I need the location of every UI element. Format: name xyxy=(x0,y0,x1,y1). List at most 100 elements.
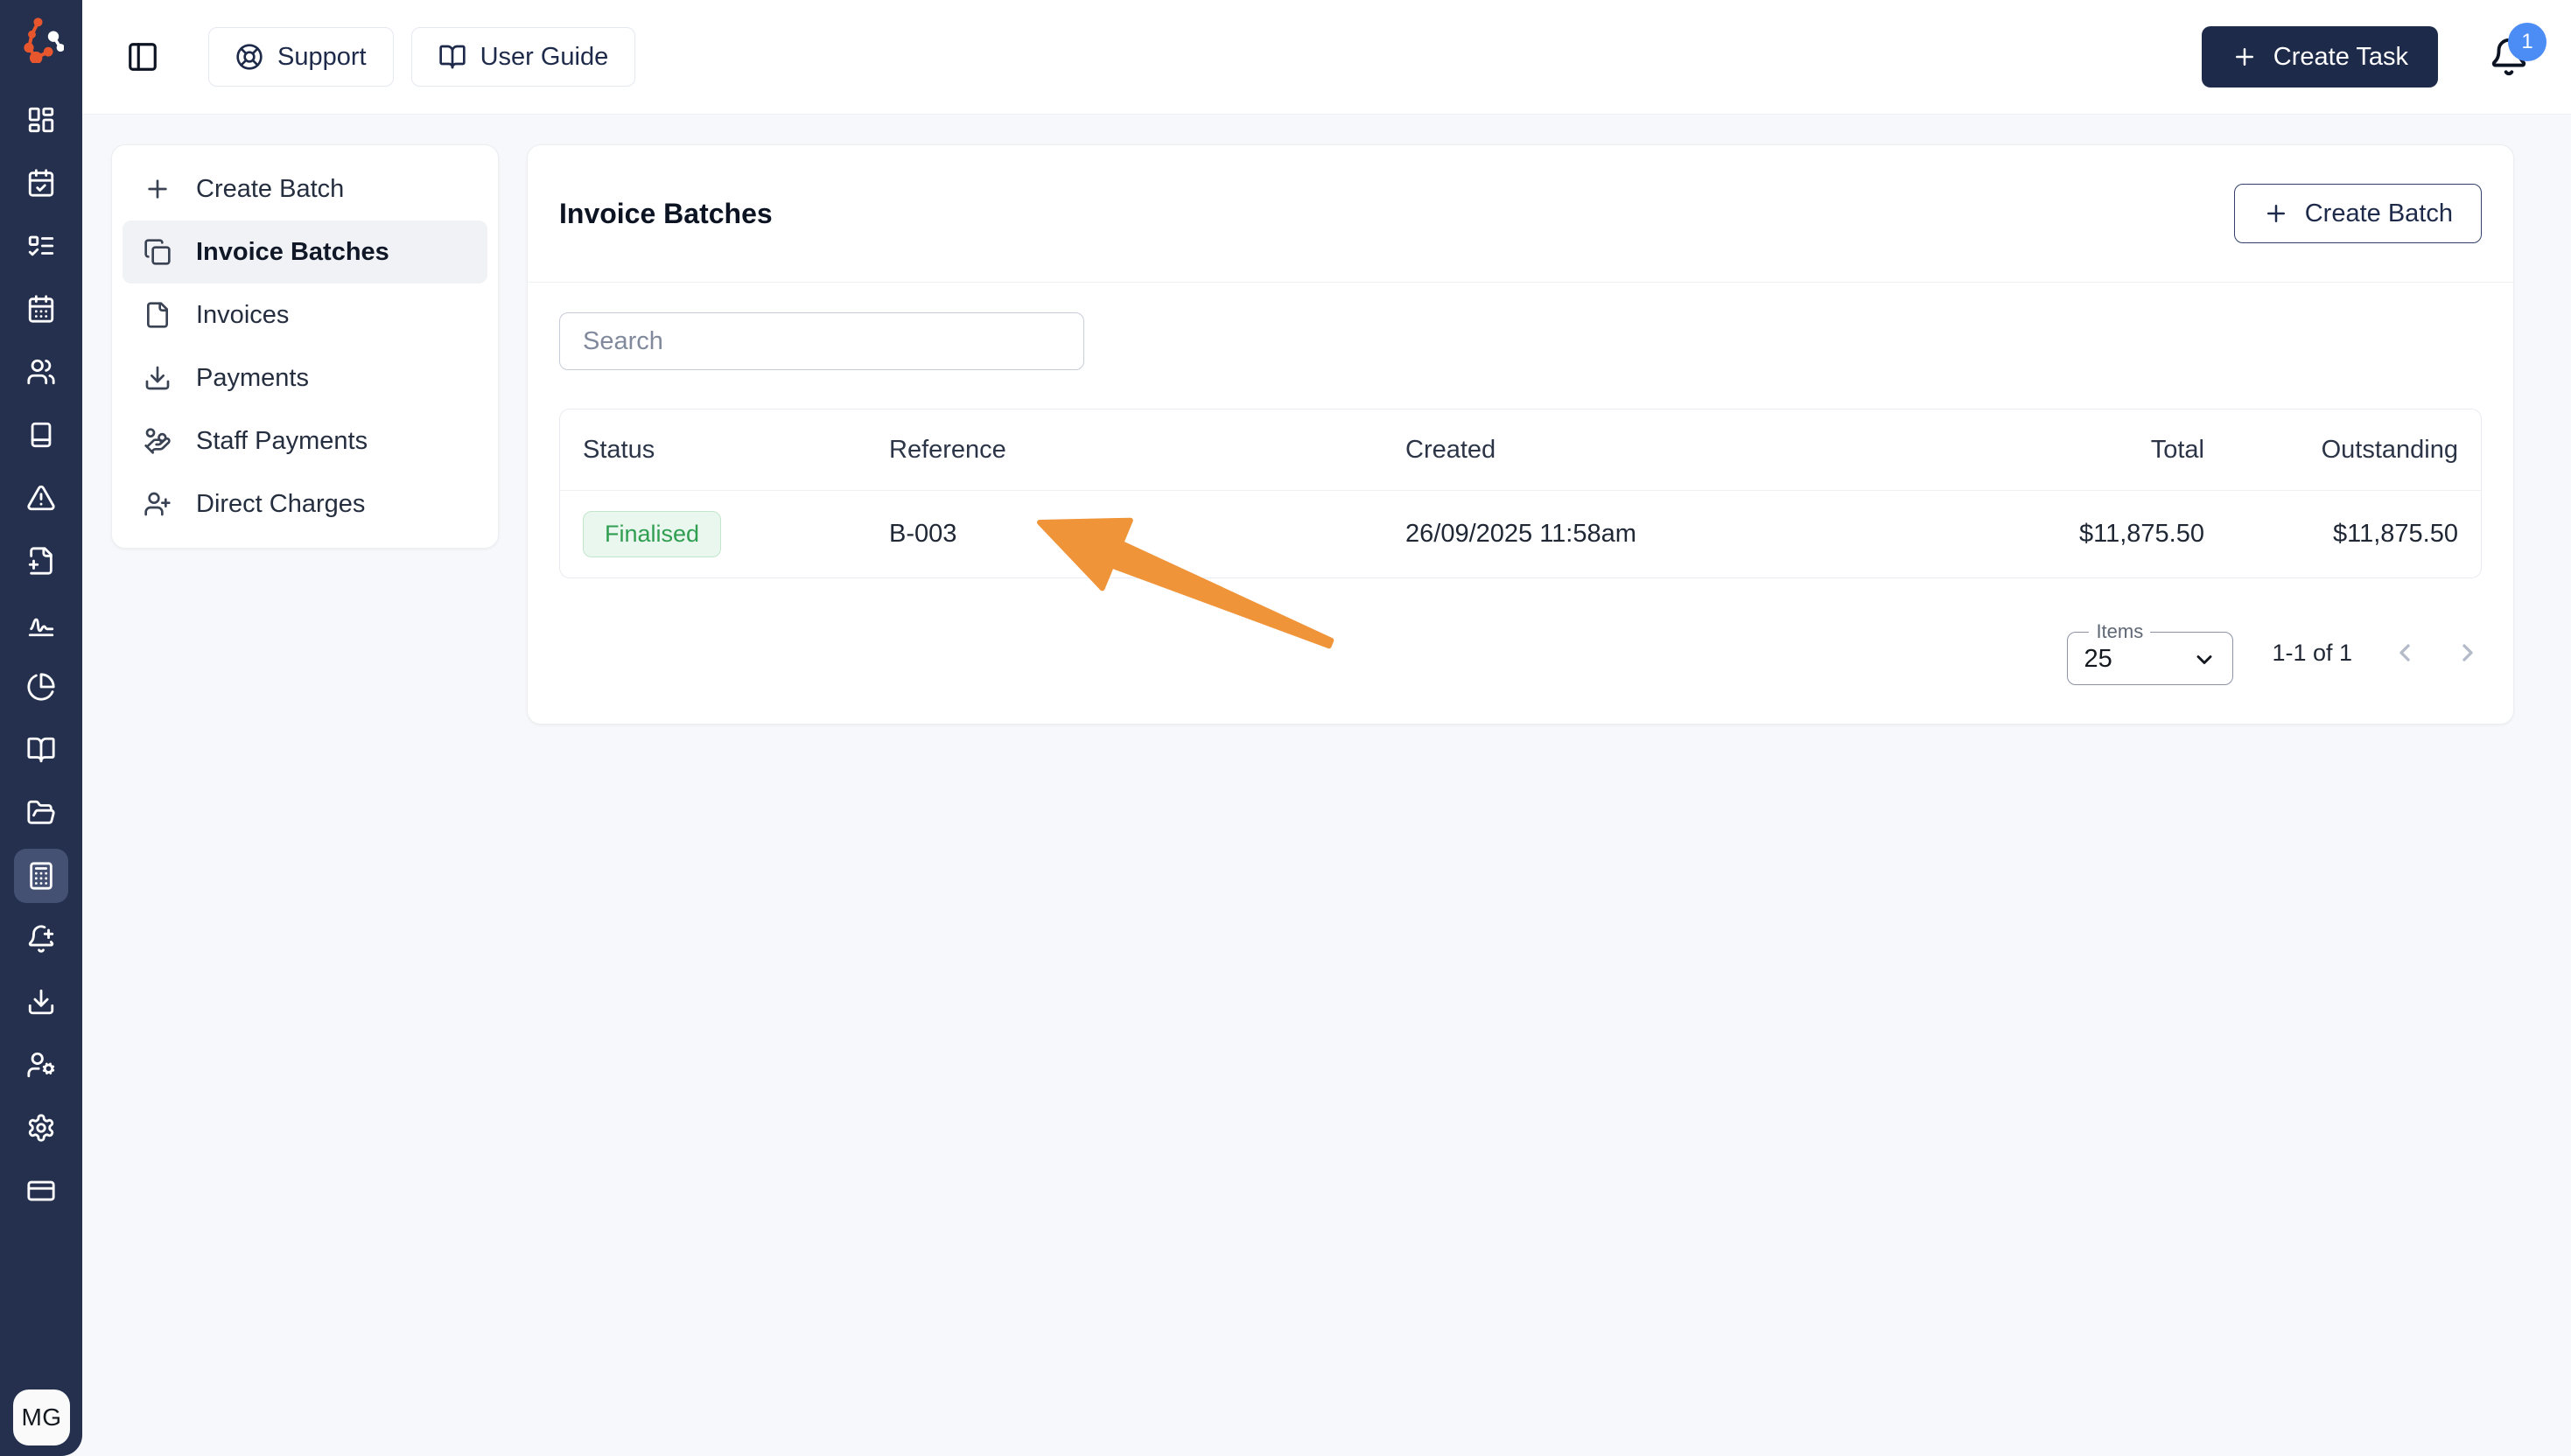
sidebar-item-download[interactable] xyxy=(10,970,73,1033)
sidebar-toggle-button[interactable] xyxy=(126,40,159,74)
users-icon xyxy=(27,359,55,385)
notifications-button[interactable]: 1 xyxy=(2489,23,2546,77)
credit-card-icon xyxy=(27,1180,55,1201)
sidebar-item-calendar-check[interactable] xyxy=(10,151,73,214)
sidebar-item-user-settings[interactable] xyxy=(10,1033,73,1096)
create-batch-button[interactable]: Create Batch xyxy=(2233,184,2482,243)
file-icon xyxy=(147,302,168,328)
create-task-button-label: Create Task xyxy=(2273,42,2408,71)
column-header-status: Status xyxy=(583,435,655,464)
chevron-down-icon xyxy=(2196,654,2212,664)
sidebar-item-settings[interactable] xyxy=(10,1096,73,1159)
sidebar-item-bell-plus[interactable] xyxy=(10,907,73,970)
menu-item-label: Payments xyxy=(196,363,309,392)
menu-item-invoice-batches[interactable]: Invoice Batches xyxy=(123,220,487,284)
sidebar-item-signature[interactable] xyxy=(10,592,73,655)
menu-item-label: Invoice Batches xyxy=(196,237,389,266)
column-header-total: Total xyxy=(2150,435,2204,464)
menu-item-direct-charges[interactable]: Direct Charges xyxy=(123,472,487,536)
menu-item-label: Direct Charges xyxy=(196,489,366,518)
sidebar-item-pie-chart[interactable] xyxy=(10,655,73,718)
support-button-label: Support xyxy=(277,42,367,71)
download-icon xyxy=(145,366,170,390)
menu-item-payments[interactable]: Payments xyxy=(123,346,487,410)
user-plus-icon xyxy=(144,492,171,516)
file-plus-icon xyxy=(28,547,53,575)
user-guide-button[interactable]: User Guide xyxy=(410,27,636,87)
user-gear-icon xyxy=(27,1052,55,1078)
download-icon xyxy=(28,989,54,1015)
sidebar-item-book-open[interactable] xyxy=(10,718,73,781)
pagination: Items 25 1-1 of 1 xyxy=(559,620,2482,685)
sidebar-item-calendar-days[interactable] xyxy=(10,277,73,340)
signature-icon xyxy=(28,618,54,637)
page-title: Invoice Batches xyxy=(559,197,773,229)
items-select-label: Items xyxy=(2096,620,2144,642)
sidebar-item-notebook[interactable] xyxy=(10,403,73,466)
cell-created: 26/09/2025 11:58am xyxy=(1405,520,1636,548)
items-per-page-value: 25 xyxy=(2084,645,2112,673)
menu-item-staff-payments[interactable]: Staff Payments xyxy=(123,410,487,472)
panel-left-icon xyxy=(129,43,157,71)
invoice-batches-table: Status Reference Created Total Outstandi… xyxy=(559,409,2482,578)
column-header-created: Created xyxy=(1405,435,1496,464)
menu-item-label: Staff Payments xyxy=(196,426,368,455)
column-header-reference: Reference xyxy=(889,435,1006,464)
create-task-button[interactable]: Create Task xyxy=(2201,26,2438,88)
chevron-left-icon xyxy=(2399,644,2410,662)
task-list-icon xyxy=(28,235,54,256)
create-batch-button-label: Create Batch xyxy=(2304,199,2453,228)
sidebar-item-folder-open[interactable] xyxy=(10,781,73,844)
calculator-icon xyxy=(30,862,53,890)
user-guide-button-label: User Guide xyxy=(480,42,609,71)
bell-plus-icon xyxy=(28,925,54,953)
hand-coins-icon xyxy=(144,428,171,454)
avatar[interactable]: MG xyxy=(13,1390,70,1446)
sidebar-item-file-plus[interactable] xyxy=(10,529,73,592)
notification-badge: 1 xyxy=(2508,23,2546,61)
calendar-days-icon xyxy=(28,295,54,323)
sidebar-item-dashboard[interactable] xyxy=(10,88,73,151)
sidebar: MG xyxy=(0,0,82,1456)
status-badge: Finalised xyxy=(583,511,722,557)
app-logo xyxy=(18,14,65,67)
sidebar-item-billing[interactable] xyxy=(10,1159,73,1222)
column-header-outstanding: Outstanding xyxy=(2321,435,2458,464)
previous-page-button[interactable] xyxy=(2391,639,2419,667)
chevron-right-icon xyxy=(2462,644,2473,662)
notebook-icon xyxy=(31,422,52,448)
menu-item-label: Create Batch xyxy=(196,174,345,203)
book-open-icon xyxy=(438,45,466,69)
copy-icon xyxy=(144,239,171,265)
table-row[interactable]: Finalised B-003 26/09/2025 11:58am $11,8… xyxy=(560,490,2481,578)
plus-icon xyxy=(148,179,167,199)
folder-open-icon xyxy=(27,800,55,824)
topbar: Support User Guide Create Task 1 xyxy=(82,0,2571,115)
next-page-button[interactable] xyxy=(2454,639,2482,667)
panel-body: Status Reference Created Total Outstandi… xyxy=(528,283,2513,724)
book-open-icon xyxy=(27,737,55,763)
support-button[interactable]: Support xyxy=(208,27,394,87)
items-per-page-select[interactable]: Items 25 xyxy=(2067,620,2234,685)
cell-reference: B-003 xyxy=(889,520,957,548)
sidebar-item-alerts[interactable] xyxy=(10,466,73,529)
invoicing-menu: Create Batch Invoice Batches Invoices Pa… xyxy=(111,144,499,549)
sidebar-item-users[interactable] xyxy=(10,340,73,403)
panel-header: Invoice Batches Create Batch xyxy=(528,145,2513,283)
pie-chart-icon xyxy=(27,673,55,701)
menu-item-invoices[interactable]: Invoices xyxy=(123,284,487,346)
alert-triangle-icon xyxy=(27,485,55,511)
invoice-batches-panel: Invoice Batches Create Batch Status Refe… xyxy=(527,144,2514,724)
calendar-check-icon xyxy=(28,169,54,197)
cell-total: $11,875.50 xyxy=(2079,520,2204,548)
sidebar-item-calculator[interactable] xyxy=(14,849,68,903)
menu-item-label: Invoices xyxy=(196,300,290,329)
pagination-range: 1-1 of 1 xyxy=(2272,639,2352,666)
table-header-row: Status Reference Created Total Outstandi… xyxy=(560,410,2481,490)
sidebar-item-task-list[interactable] xyxy=(10,214,73,277)
menu-item-create-batch[interactable]: Create Batch xyxy=(123,158,487,220)
plus-icon xyxy=(2266,205,2285,222)
sidebar-nav xyxy=(10,88,73,1222)
cell-outstanding: $11,875.50 xyxy=(2333,520,2458,548)
search-input[interactable] xyxy=(559,312,1084,370)
